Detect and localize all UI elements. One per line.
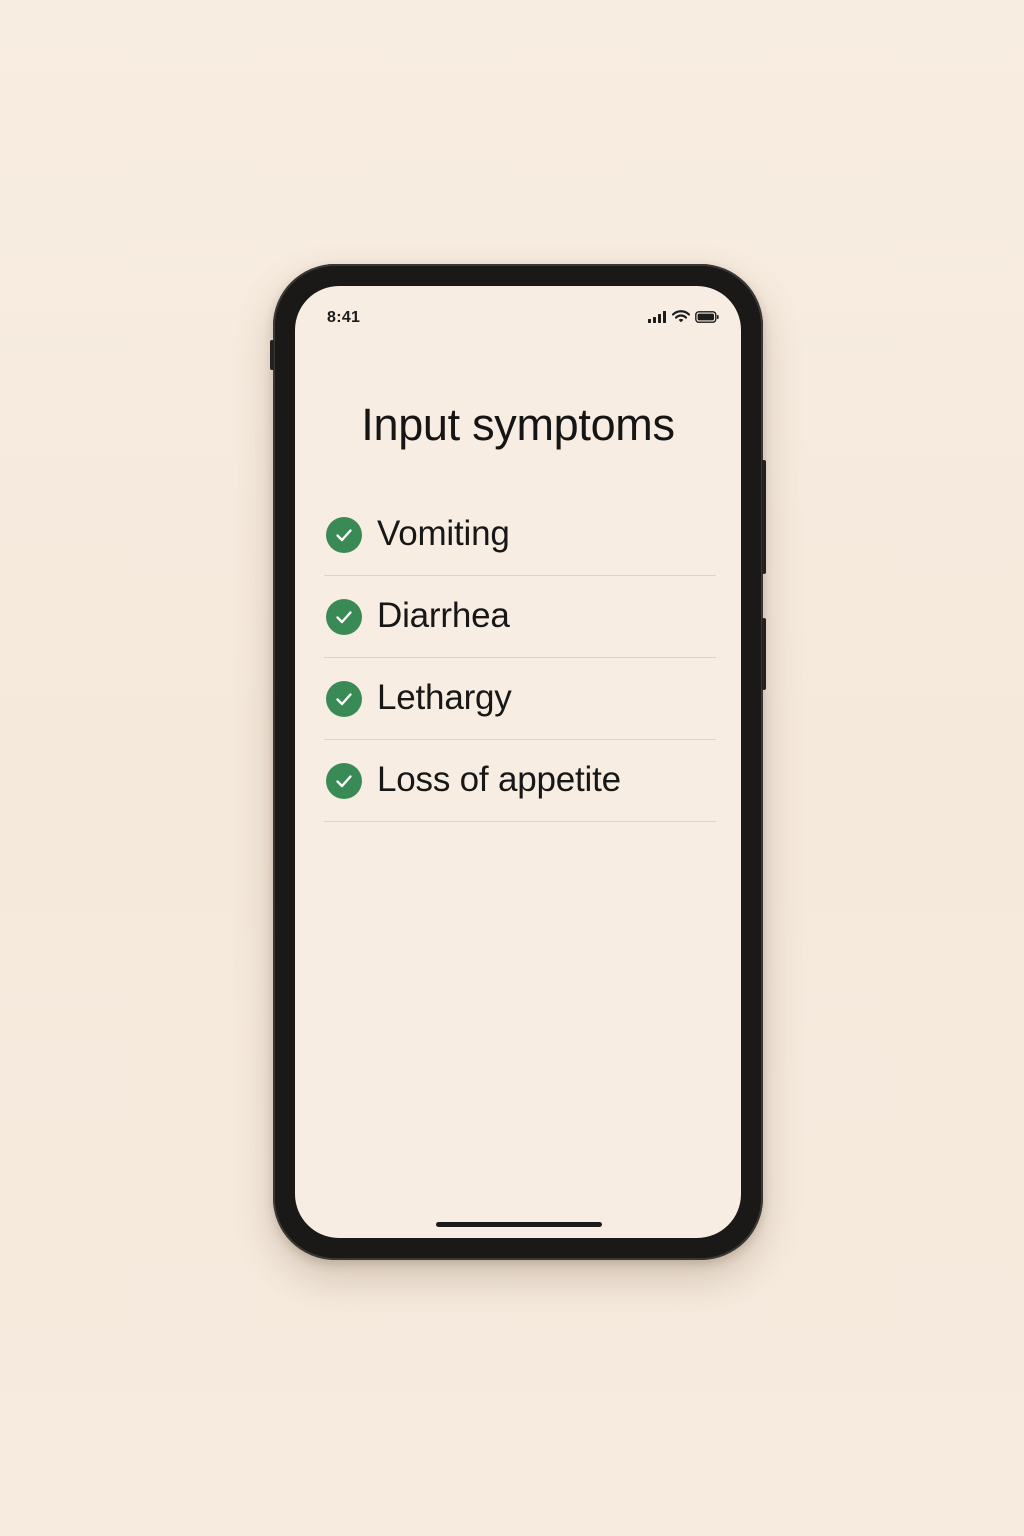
page-title: Input symptoms (361, 399, 675, 450)
checkmark-circle-icon[interactable] (326, 680, 362, 717)
cellular-signal-icon (648, 310, 667, 328)
symptom-item-loss-of-appetite[interactable]: Loss of appetite (324, 740, 716, 822)
checkmark-circle-icon[interactable] (326, 762, 362, 799)
symptom-label: Lethargy (377, 678, 512, 717)
home-indicator[interactable] (436, 1222, 602, 1227)
symptom-label: Loss of appetite (377, 760, 621, 799)
symptom-item-lethargy[interactable]: Lethargy (324, 658, 716, 740)
symptom-list: Vomiting Diarrhea Lethargy Loss of appet… (324, 494, 716, 822)
side-button (762, 618, 766, 690)
checkmark-circle-icon[interactable] (326, 598, 362, 635)
phone-frame: 8:41 Input symptoms Vomiting Diarrhea Le… (270, 264, 766, 1260)
status-icons (648, 310, 719, 328)
silent-switch (270, 340, 274, 370)
status-time: 8:41 (327, 309, 361, 326)
power-button (762, 460, 766, 574)
symptom-label: Diarrhea (377, 596, 510, 635)
checkmark-circle-icon[interactable] (326, 516, 362, 553)
symptom-label: Vomiting (377, 514, 510, 553)
symptom-item-diarrhea[interactable]: Diarrhea (324, 576, 716, 658)
symptom-item-vomiting[interactable]: Vomiting (324, 494, 716, 576)
wifi-icon (671, 310, 691, 328)
phone-screen: 8:41 Input symptoms Vomiting Diarrhea Le… (295, 286, 741, 1238)
status-bar: 8:41 (295, 286, 741, 342)
battery-icon (695, 310, 719, 328)
